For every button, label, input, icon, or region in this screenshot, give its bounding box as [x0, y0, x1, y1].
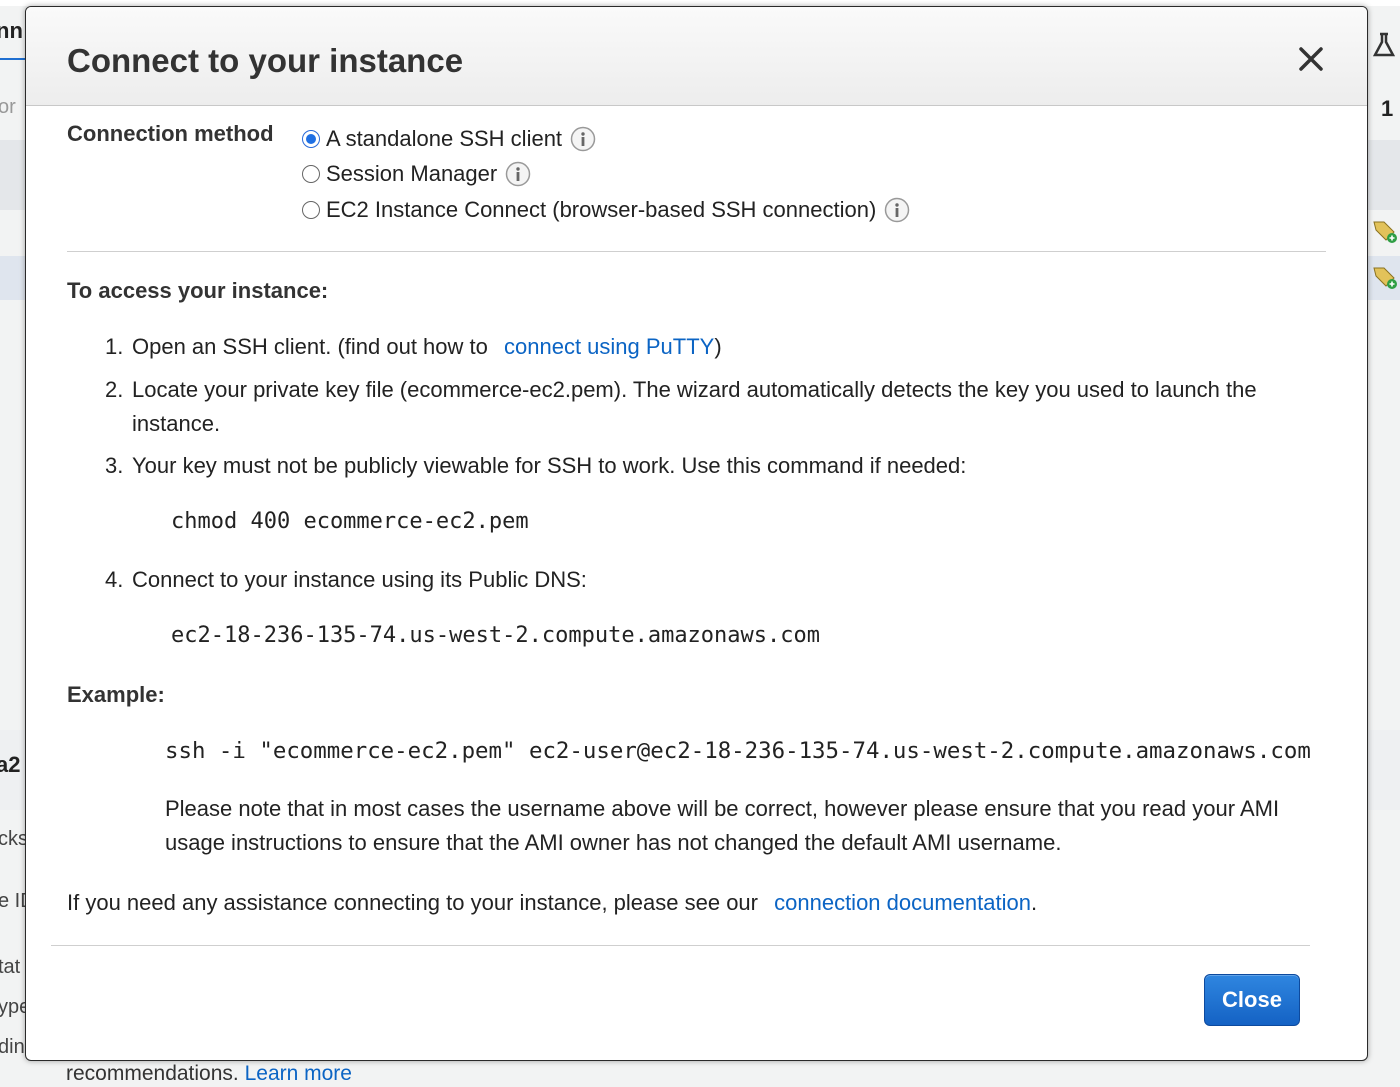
step-1: 1. Open an SSH client. (find out how to …	[105, 330, 1325, 364]
radio-label-instance-connect[interactable]: EC2 Instance Connect (browser-based SSH …	[326, 197, 876, 223]
connection-method-label: Connection method	[67, 121, 274, 146]
info-icon[interactable]	[884, 197, 910, 223]
bg-fragment-3: a2	[0, 752, 21, 777]
radio-button-selected[interactable]	[302, 130, 320, 148]
step-number: 2.	[105, 377, 124, 402]
step-4: 4. Connect to your instance using its Pu…	[105, 563, 1325, 597]
radio-option-ssh-client[interactable]: A standalone SSH client	[302, 124, 596, 154]
connect-instance-modal: Connect to your instance Connection meth…	[25, 6, 1368, 1061]
step-text: Locate your private key file (ecommerce-…	[132, 377, 1257, 436]
radio-button[interactable]	[302, 201, 320, 219]
section-divider	[67, 251, 1326, 252]
radio-option-instance-connect[interactable]: EC2 Instance Connect (browser-based SSH …	[302, 195, 910, 225]
step-text: Your key must not be publicly viewable f…	[132, 453, 967, 478]
bg-fragment-4: cks	[0, 828, 28, 850]
step-number: 3.	[105, 453, 124, 478]
bg-recommendations-label: recommendations.	[66, 1062, 239, 1085]
radio-label-session-manager[interactable]: Session Manager	[326, 161, 497, 187]
add-tag-icon[interactable]	[1372, 264, 1398, 290]
info-icon[interactable]	[570, 126, 596, 152]
access-heading: To access your instance:	[67, 278, 329, 303]
step-text: Connect to your instance using its Publi…	[132, 567, 587, 592]
close-icon[interactable]	[1297, 45, 1325, 73]
help-line: If you need any assistance connecting to…	[67, 890, 1037, 916]
bg-fragment-1: nn	[0, 18, 23, 43]
step-2: 2. Locate your private key file (ecommer…	[105, 373, 1325, 441]
close-button[interactable]: Close	[1204, 974, 1300, 1026]
radio-button[interactable]	[302, 165, 320, 183]
chmod-command: chmod 400 ecommerce-ec2.pem	[171, 509, 529, 534]
bg-fragment-2: or	[0, 96, 16, 118]
modal-header: Connect to your instance	[26, 7, 1367, 106]
bg-learn-more-link[interactable]: Learn more	[245, 1062, 352, 1085]
bg-fragment-8: din	[0, 1036, 25, 1058]
radio-option-session-manager[interactable]: Session Manager	[302, 159, 531, 189]
help-text-suffix: .	[1030, 890, 1038, 915]
example-heading: Example:	[67, 682, 165, 707]
bg-right-fragment: 1	[1381, 96, 1394, 121]
bg-tab-underline	[0, 58, 26, 60]
step-text-suffix: )	[714, 334, 722, 359]
add-tag-icon[interactable]	[1372, 218, 1398, 244]
step-number: 4.	[105, 567, 124, 592]
step-3: 3. Your key must not be publicly viewabl…	[105, 449, 1325, 483]
footer-divider	[51, 945, 1310, 946]
step-number: 1.	[105, 334, 124, 359]
example-ssh-command: ssh -i "ecommerce-ec2.pem" ec2-user@ec2-…	[165, 738, 1311, 764]
ami-username-note: Please note that in most cases the usern…	[165, 796, 1280, 855]
help-text: If you need any assistance connecting to…	[67, 890, 758, 915]
bg-recommendations-text: recommendations. Learn more	[66, 1062, 352, 1086]
info-icon[interactable]	[505, 161, 531, 187]
screen: nn or a2 cks e ID tat ype din 1 recommen…	[0, 0, 1400, 1087]
putty-link[interactable]: connect using PuTTY	[504, 334, 714, 359]
flask-icon[interactable]	[1372, 32, 1398, 58]
public-dns-value: ec2-18-236-135-74.us-west-2.compute.amaz…	[171, 623, 821, 648]
modal-title: Connect to your instance	[67, 42, 464, 79]
step-text: Open an SSH client. (find out how to	[132, 334, 488, 359]
connection-documentation-link[interactable]: connection documentation	[774, 890, 1031, 915]
radio-label-ssh-client[interactable]: A standalone SSH client	[326, 126, 562, 152]
step-body: Open an SSH client. (find out how to con…	[132, 330, 1325, 364]
bg-fragment-6: tat	[0, 956, 21, 978]
